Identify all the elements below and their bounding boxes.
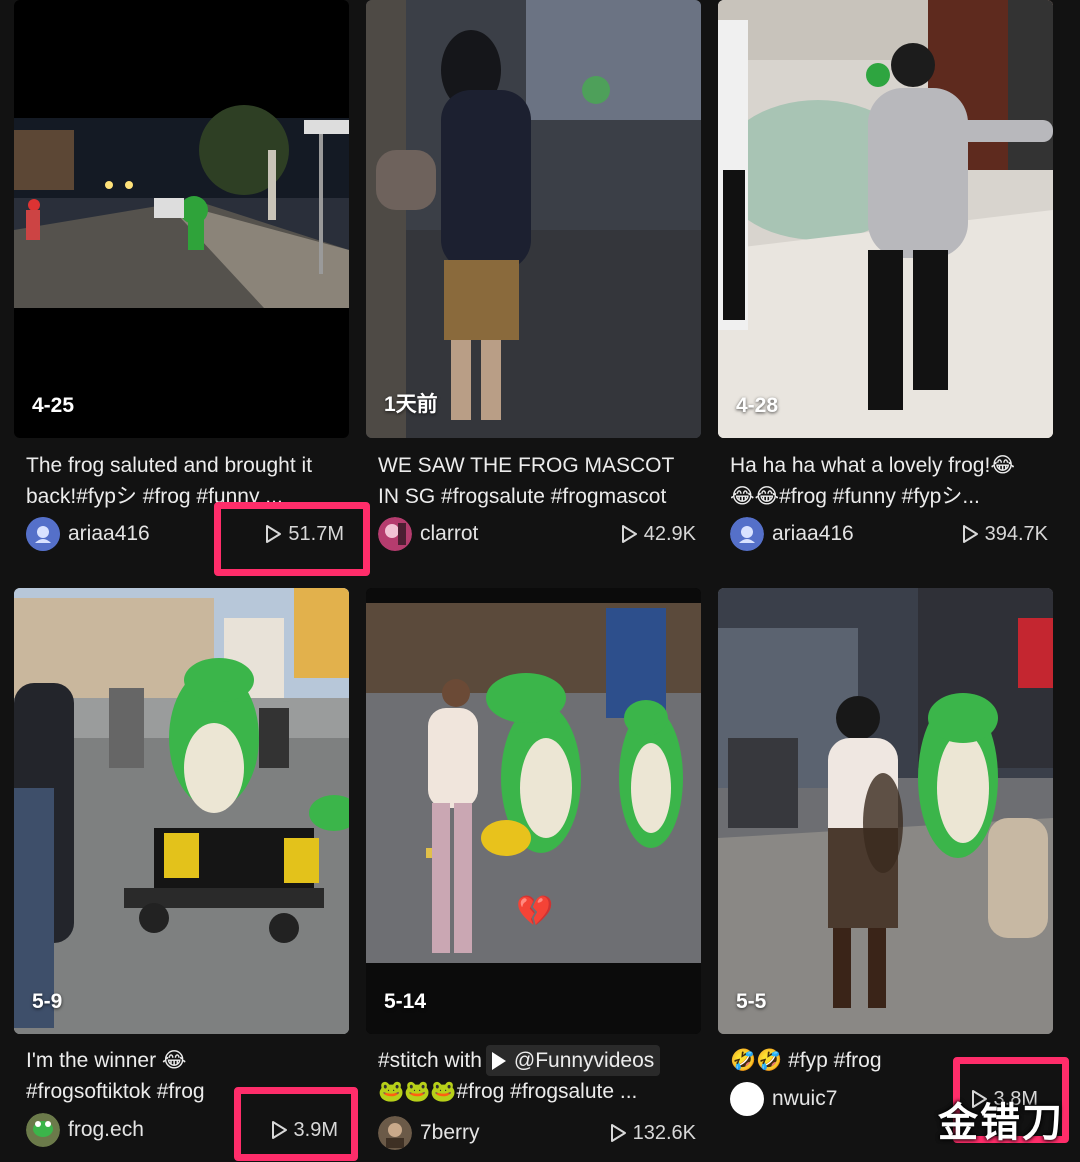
video-date: 5-14 xyxy=(384,990,427,1013)
video-caption[interactable]: Ha ha ha what a lovely frog!😂 😂😂#frog #f… xyxy=(730,450,1046,512)
caption-line: Ha ha ha what a lovely frog!😂 xyxy=(730,454,1015,477)
highlight-box xyxy=(234,1087,358,1161)
video-date: 5-5 xyxy=(736,990,767,1013)
highlight-box xyxy=(214,502,370,576)
view-count-value: 132.6K xyxy=(632,1121,696,1144)
avatar[interactable] xyxy=(378,517,412,551)
video-thumbnail[interactable]: 5-5 xyxy=(718,588,1053,1034)
view-count-value: 394.7K xyxy=(984,522,1048,545)
video-meta: clarrot 42.9K xyxy=(378,517,696,551)
avatar[interactable] xyxy=(378,1116,412,1150)
video-meta: 7berry 132.6K xyxy=(378,1116,696,1150)
video-thumbnail[interactable]: 💔 5-14 xyxy=(366,588,701,1034)
video-thumbnail[interactable]: 5-9 xyxy=(14,588,349,1034)
avatar-image xyxy=(26,517,60,551)
avatar[interactable] xyxy=(730,1082,764,1116)
view-count-value: 42.9K xyxy=(643,522,696,545)
caption-line: 😂😂#frog #funny #fypシ... xyxy=(730,485,980,508)
play-outline-icon xyxy=(610,1124,626,1142)
video-card[interactable]: 4-28 Ha ha ha what a lovely frog!😂 😂😂#fr… xyxy=(718,0,1053,551)
caption-line: IN SG #frogsalute #frogmascot xyxy=(378,485,667,508)
play-triangle-icon xyxy=(491,1052,506,1071)
avatar-image xyxy=(378,1116,412,1150)
video-card[interactable]: 4-25 The frog saluted and brought it bac… xyxy=(14,0,349,551)
username[interactable]: ariaa416 xyxy=(68,522,150,546)
view-count: 42.9K xyxy=(620,523,696,546)
username[interactable]: clarrot xyxy=(420,522,478,546)
thumbnail-image xyxy=(718,0,1053,438)
play-outline-icon xyxy=(962,525,978,543)
video-thumbnail[interactable]: 1天前 xyxy=(366,0,701,438)
broken-heart-emoji: 💔 xyxy=(516,895,554,928)
avatar[interactable] xyxy=(26,517,60,551)
video-thumbnail[interactable]: 4-25 xyxy=(14,0,349,438)
caption-line: #stitch with @Funnyvideos xyxy=(378,1045,694,1076)
avatar[interactable] xyxy=(730,517,764,551)
caption-prefix: #stitch with xyxy=(378,1049,482,1072)
video-card[interactable]: 5-9 I'm the winner 😂 #frogsoftiktok #fro… xyxy=(14,588,349,1158)
video-meta: ariaa416 394.7K xyxy=(730,517,1048,551)
video-date: 4-28 xyxy=(736,394,779,417)
username[interactable]: nwuic7 xyxy=(772,1087,837,1111)
username[interactable]: frog.ech xyxy=(68,1118,144,1142)
thumbnail-image xyxy=(366,588,701,1034)
video-caption[interactable]: WE SAW THE FROG MASCOT IN SG #frogsalute… xyxy=(378,450,694,512)
caption-line: The frog saluted and brought it xyxy=(26,454,313,477)
caption-line: I'm the winner 😂 xyxy=(26,1049,187,1072)
video-card[interactable]: 💔 5-14 #stitch with @Funnyvideos 🐸🐸🐸#frog… xyxy=(366,588,701,1158)
mention-label: @Funnyvideos xyxy=(513,1049,655,1072)
thumbnail-image xyxy=(14,105,349,308)
caption-line: 🐸🐸🐸#frog #frogsalute ... xyxy=(378,1080,638,1103)
avatar[interactable] xyxy=(26,1113,60,1147)
avatar-image xyxy=(378,517,412,551)
view-count: 132.6K xyxy=(609,1122,696,1145)
video-date: 5-9 xyxy=(32,990,63,1013)
view-count: 394.7K xyxy=(961,523,1048,546)
video-thumbnail[interactable]: 4-28 xyxy=(718,0,1053,438)
watermark: 金错刀 xyxy=(938,1101,1064,1145)
avatar-image xyxy=(730,517,764,551)
video-date: 1天前 xyxy=(384,393,438,416)
thumbnail-image xyxy=(14,588,349,1034)
video-date: 4-25 xyxy=(32,394,75,417)
play-outline-icon xyxy=(621,525,637,543)
video-card[interactable]: 1天前 WE SAW THE FROG MASCOT IN SG #frogsa… xyxy=(366,0,701,551)
username[interactable]: 7berry xyxy=(420,1121,480,1145)
video-caption[interactable]: #stitch with @Funnyvideos 🐸🐸🐸#frog #frogs… xyxy=(378,1045,694,1107)
caption-line: WE SAW THE FROG MASCOT xyxy=(378,454,675,477)
avatar-image xyxy=(26,1113,60,1147)
thumbnail-image xyxy=(718,588,1053,1034)
thumbnail-image xyxy=(366,0,701,438)
username[interactable]: ariaa416 xyxy=(772,522,854,546)
mention-tag[interactable]: @Funnyvideos xyxy=(485,1045,661,1076)
